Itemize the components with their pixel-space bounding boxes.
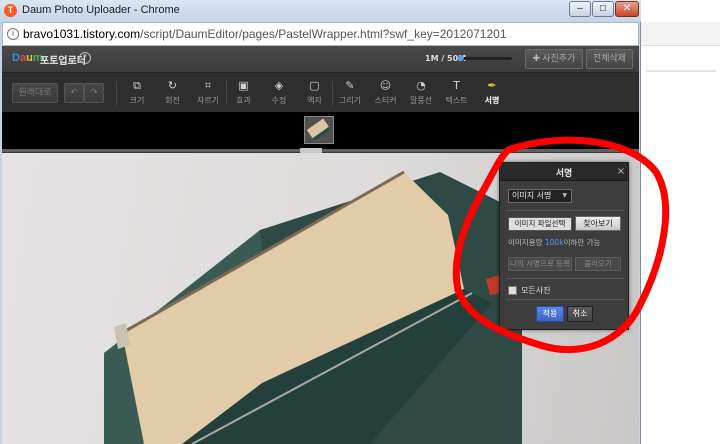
apply-button[interactable]: 적용 xyxy=(536,306,564,322)
background-page-divider xyxy=(646,70,716,72)
dialog-header: 서명 xyxy=(500,163,628,181)
tool-text[interactable]: T 텍스트 xyxy=(440,79,474,111)
tool-label: 서명 xyxy=(484,96,500,105)
plus-icon: ✚ xyxy=(532,54,541,64)
effect-icon: ▣ xyxy=(238,79,249,92)
chevron-down-icon: ▼ xyxy=(562,192,567,199)
pen-icon: ✒ xyxy=(487,79,497,92)
tool-rotate[interactable]: ↻ 회전 xyxy=(156,79,190,111)
tool-label: 텍스트 xyxy=(445,96,468,105)
frame-icon: ▢ xyxy=(309,79,320,92)
background-page xyxy=(640,0,720,444)
load-signature-button[interactable]: 불러오기 xyxy=(575,257,621,271)
all-photos-checkbox[interactable] xyxy=(508,286,517,295)
tool-label: 회전 xyxy=(165,96,180,105)
page-info-icon[interactable]: i xyxy=(7,28,19,40)
background-page-bar xyxy=(640,22,720,46)
register-signature-button[interactable]: 나의 서명으로 등록 xyxy=(508,257,572,271)
address-bar[interactable]: i bravo1031.tistory.com/script/DaumEdito… xyxy=(2,22,639,46)
tool-eraser[interactable]: ◈ 수정 xyxy=(262,79,296,111)
title-bar[interactable]: T Daum Photo Uploader - Chrome – □ ✕ xyxy=(0,0,641,22)
tool-label: 액자 xyxy=(307,96,322,105)
crop-icon: ⌗ xyxy=(204,79,212,92)
url-path: /script/DaumEditor/pages/PastelWrapper.h… xyxy=(140,27,507,41)
dialog-divider xyxy=(506,210,624,211)
signature-type-select[interactable]: 이미지 서명 ▼ xyxy=(508,189,572,203)
capacity-indicator xyxy=(458,55,464,61)
url-host: bravo1031.tistory.com xyxy=(23,27,141,41)
daum-logo: Daum xyxy=(12,52,43,64)
signature-type-value: 이미지 서명 xyxy=(512,191,552,200)
all-photos-label: 모든사진 xyxy=(521,286,551,295)
sticker-icon: ☺ xyxy=(379,79,392,92)
undo-button[interactable]: ↶ xyxy=(64,83,84,103)
rotate-icon: ↻ xyxy=(167,79,178,92)
toolbar-separator xyxy=(116,81,117,105)
url-text[interactable]: bravo1031.tistory.com/script/DaumEditor/… xyxy=(23,27,507,41)
eraser-icon: ◈ xyxy=(274,79,284,92)
help-icon[interactable]: ? xyxy=(79,52,91,64)
close-button[interactable]: ✕ xyxy=(615,1,639,17)
tool-label: 말풍선 xyxy=(409,96,433,105)
edit-toolbar: 원래대로 ↶ ↷ ⧉ 크기 ↻ 회전 ⌗ 자르기 ▣ 효과 ◈ 수정 ▢ 액자 ✎ 그리기 ☺ 스티커 ◔ 말풍선… xyxy=(2,72,639,112)
photo-filmstrip xyxy=(2,112,639,150)
window-title: Daum Photo Uploader - Chrome xyxy=(22,4,180,16)
tool-speech-bubble[interactable]: ◔ 말풍선 xyxy=(404,79,438,111)
tool-label: 수정 xyxy=(271,96,287,105)
screenshot: T Daum Photo Uploader - Chrome – □ ✕ i b… xyxy=(0,0,720,444)
app-icon: T xyxy=(4,4,17,17)
browse-button[interactable]: 찾아보기 xyxy=(575,216,621,231)
tool-label: 크기 xyxy=(129,96,145,105)
dialog-close-icon[interactable]: × xyxy=(615,165,627,178)
app-header: Daum 포토업로더 ? 1M / 50M ✚ 사진추가 전체삭제 xyxy=(2,46,639,72)
photo-thumbnail[interactable] xyxy=(304,116,334,144)
tool-frame[interactable]: ▢ 액자 xyxy=(298,79,332,111)
tool-sticker[interactable]: ☺ 스티커 xyxy=(369,79,403,111)
thumbnail-image xyxy=(306,118,332,142)
cancel-button[interactable]: 취소 xyxy=(567,306,593,322)
text-icon: T xyxy=(453,79,460,92)
tool-label: 스티커 xyxy=(374,96,397,105)
redo-button[interactable]: ↷ xyxy=(84,83,104,103)
tool-effect[interactable]: ▣ 효과 xyxy=(227,79,261,111)
tool-pen[interactable]: ✒ 서명 xyxy=(475,79,509,111)
brush-icon: ✎ xyxy=(345,79,355,92)
tool-crop[interactable]: ⌗ 자르기 xyxy=(191,79,225,111)
restore-original-button[interactable]: 원래대로 xyxy=(12,83,58,103)
image-file-field[interactable]: 이미지 파일선택 xyxy=(508,217,572,231)
dialog-divider xyxy=(506,299,624,300)
tool-label: 효과 xyxy=(236,96,251,105)
resize-icon: ⧉ xyxy=(133,79,141,92)
speech-bubble-icon: ◔ xyxy=(416,79,426,92)
maximize-button[interactable]: □ xyxy=(592,1,614,17)
minimize-button[interactable]: – xyxy=(569,1,591,17)
signature-dialog: 서명 × 이미지 서명 ▼ 이미지 파일선택 찾아보기 이미지용량 100k이하만… xyxy=(499,162,629,330)
dialog-divider xyxy=(506,278,624,279)
dialog-title: 서명 xyxy=(555,169,573,179)
tool-brush[interactable]: ✎ 그리기 xyxy=(333,79,367,111)
tool-label: 자르기 xyxy=(196,96,220,105)
tool-resize[interactable]: ⧉ 크기 xyxy=(120,79,154,111)
add-photo-button[interactable]: ✚ 사진추가 xyxy=(525,49,583,69)
capacity-bar xyxy=(460,57,512,60)
tool-label: 그리기 xyxy=(338,96,362,105)
size-limit-note: 이미지용량 100k이하만 가능 xyxy=(508,238,601,247)
delete-all-button[interactable]: 전체삭제 xyxy=(586,49,633,69)
